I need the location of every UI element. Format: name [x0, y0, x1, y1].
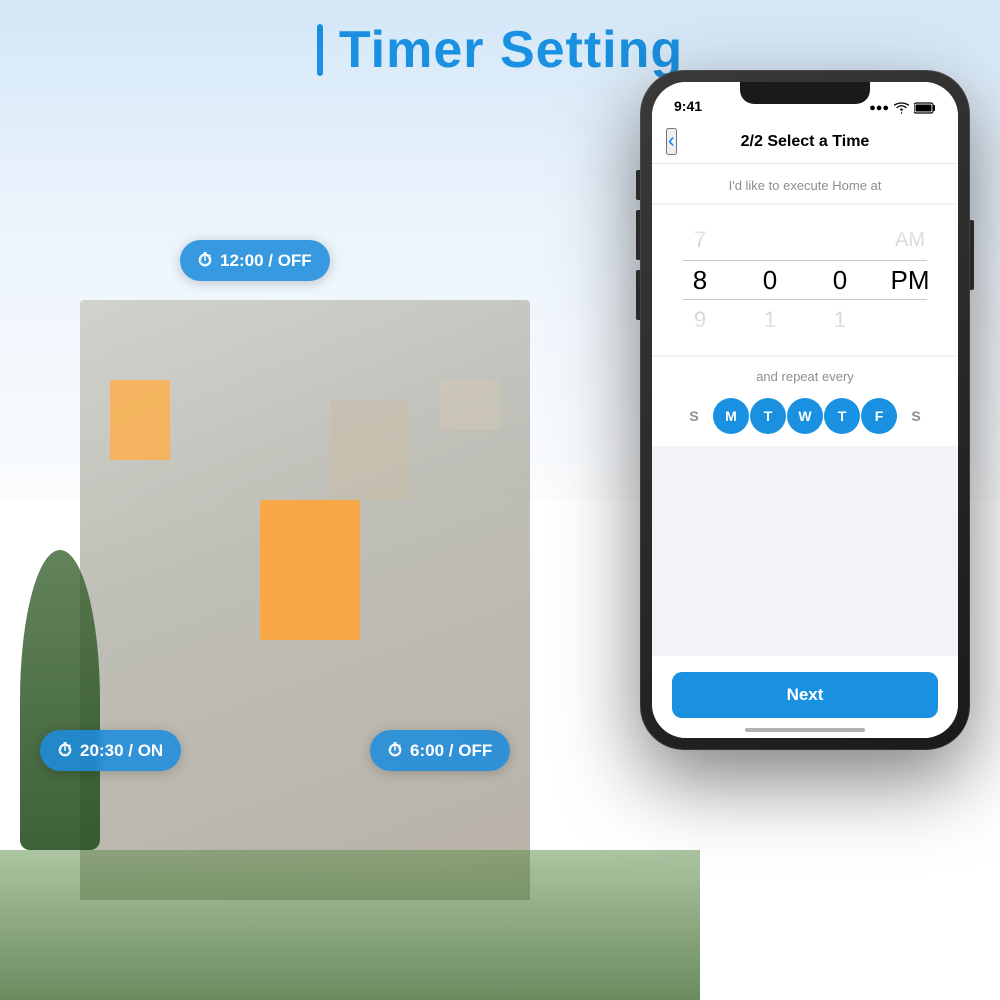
phone-btn-silent — [636, 170, 640, 200]
repeat-label: and repeat every — [672, 369, 938, 384]
execute-label: I'd like to execute Home at — [652, 164, 958, 203]
clock-icon-1: ⏱ — [198, 250, 212, 271]
phone-btn-vol-up — [636, 210, 640, 260]
tree-decoration — [20, 550, 100, 850]
picker-item-sec-prev — [805, 220, 875, 260]
picker-item: … — [805, 205, 875, 220]
timer-badge-1-text: 12:00 / OFF — [220, 251, 312, 271]
status-icons: ●●● — [869, 102, 936, 114]
timer-badge-1: ⏱ 12:00 / OFF — [180, 240, 330, 281]
wifi-icon — [894, 102, 909, 114]
home-indicator — [745, 728, 865, 732]
phone-btn-vol-down — [636, 270, 640, 320]
picker-item-min-prev — [735, 220, 805, 260]
phone-mockup: 9:41 ●●● — [640, 70, 970, 750]
days-row: S M T W — [672, 398, 938, 434]
picker-item-8-selected: 8 — [665, 260, 735, 300]
status-time: 9:41 — [674, 98, 702, 114]
picker-item-1: 1 — [735, 300, 805, 340]
picker-column-minutes[interactable]: … 0 1 … — [735, 205, 805, 355]
clock-icon-3: ⏱ — [388, 740, 402, 761]
next-btn-container: Next — [652, 656, 958, 738]
phone-screen: 9:41 ●●● — [652, 82, 958, 738]
picker-item-sec-1: 1 — [805, 300, 875, 340]
time-picker[interactable]: … 7 8 9 … … 0 1 — [652, 205, 958, 355]
timer-badge-2: ⏱ 20:30 / ON — [40, 730, 181, 771]
page-title: Timer Setting — [339, 20, 683, 80]
timer-badge-2-text: 20:30 / ON — [80, 741, 163, 761]
picker-item-sec-0-selected: 0 — [805, 260, 875, 300]
next-button[interactable]: Next — [672, 672, 938, 718]
day-btn-wednesday[interactable]: W — [787, 398, 823, 434]
day-btn-tuesday[interactable]: T — [750, 398, 786, 434]
phone-body: 9:41 ●●● — [640, 70, 970, 750]
picker-item-am: AM — [875, 220, 945, 260]
app-scroll: I'd like to execute Home at … 7 8 — [652, 164, 958, 738]
title-accent-bar — [317, 24, 323, 76]
timer-badge-3-text: 6:00 / OFF — [410, 741, 492, 761]
day-btn-monday[interactable]: M — [713, 398, 749, 434]
phone-btn-power — [970, 220, 974, 290]
picker-column-hours[interactable]: … 7 8 9 … — [665, 205, 735, 355]
phone-content: 9:41 ●●● — [652, 82, 958, 738]
day-btn-friday[interactable]: F — [861, 398, 897, 434]
battery-icon — [914, 102, 936, 114]
ground-area — [0, 850, 700, 1000]
picker-item: … — [805, 340, 875, 355]
picker-item-9: 9 — [665, 300, 735, 340]
day-btn-thursday[interactable]: T — [824, 398, 860, 434]
picker-item-pm-selected: PM — [875, 260, 945, 300]
picker-item: … — [735, 205, 805, 220]
content-spacer — [652, 446, 958, 656]
picker-column-seconds[interactable]: … 0 1 … — [805, 205, 875, 355]
picker-column-ampm[interactable]: AM PM — [875, 205, 945, 355]
signal-icon: ●●● — [869, 102, 889, 114]
timer-badge-3: ⏱ 6:00 / OFF — [370, 730, 510, 771]
time-picker-container[interactable]: … 7 8 9 … … 0 1 — [652, 205, 958, 355]
phone-notch — [740, 82, 870, 104]
app-header-title: 2/2 Select a Time — [741, 133, 870, 151]
building-shape — [80, 300, 530, 900]
picker-item: … — [665, 205, 735, 220]
day-btn-saturday[interactable]: S — [898, 398, 934, 434]
picker-item: … — [735, 340, 805, 355]
picker-item-7: 7 — [665, 220, 735, 260]
app-header: ‹ 2/2 Select a Time — [652, 120, 958, 164]
clock-icon-2: ⏱ — [58, 740, 72, 761]
back-button[interactable]: ‹ — [666, 128, 677, 155]
picker-item-0-selected: 0 — [735, 260, 805, 300]
picker-item: … — [665, 340, 735, 355]
day-btn-sunday[interactable]: S — [676, 398, 712, 434]
repeat-section: and repeat every S M — [652, 357, 958, 446]
